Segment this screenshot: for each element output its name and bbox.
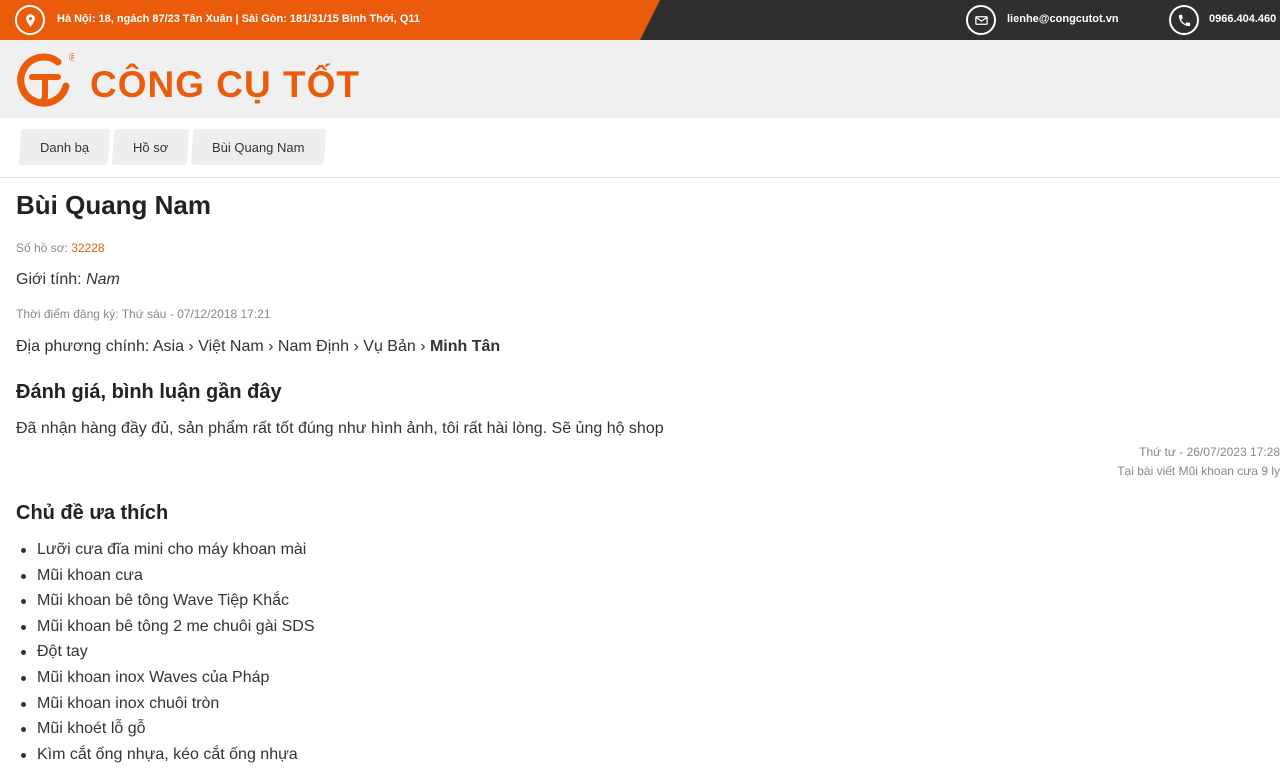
topic-item[interactable]: Lưỡi cưa đĩa mini cho máy khoan mài xyxy=(16,537,315,563)
brand-logo-icon[interactable]: ® xyxy=(14,50,74,110)
top-bar-address: Hà Nội: 18, ngách 87/23 Tân Xuân | Sài G… xyxy=(57,13,421,25)
location-current: Minh Tân xyxy=(429,338,501,355)
phone-icon[interactable] xyxy=(1169,5,1199,35)
brand-logo-text[interactable]: CÔNG CỤ TỐT xyxy=(90,64,360,106)
top-bar-email-link[interactable]: lienhe@congcutot.vn xyxy=(1007,13,1119,25)
reviews-section-title: Đánh giá, bình luận gần đây xyxy=(16,381,282,403)
gender-label: Giới tính: xyxy=(16,271,87,288)
breadcrumb: Danh bạ Hồ sơ Bùi Quang Nam xyxy=(18,129,327,165)
topic-item[interactable]: Kìm cắt ống nhựa, kéo cắt ống nhựa xyxy=(16,742,315,768)
topic-item[interactable]: Mũi khoan inox chuôi tròn xyxy=(16,691,315,717)
registered-mark: ® xyxy=(69,52,74,64)
topic-item[interactable]: Mũi khoét lỗ gỗ xyxy=(16,716,315,742)
top-bar-phone-link[interactable]: 0966.404.460 xyxy=(1209,13,1276,25)
review-source-link[interactable]: Tại bài viết Mũi khoan cưa 9 ly xyxy=(1117,464,1280,478)
profile-id-label: Số hồ sơ: xyxy=(16,241,72,255)
gender-value: Nam xyxy=(86,271,120,288)
page-title: Bùi Quang Nam xyxy=(16,190,212,220)
profile-id: Số hồ sơ: 32228 xyxy=(16,241,105,255)
topic-item[interactable]: Mũi khoan bê tông Wave Tiệp Khắc xyxy=(16,588,315,614)
registration-time: Thời điểm đăng ký: Thứ sáu - 07/12/2018 … xyxy=(16,307,271,321)
location-label: Địa phương chính: xyxy=(16,338,153,355)
topic-list: Lưỡi cưa đĩa mini cho máy khoan mài Mũi … xyxy=(16,537,315,767)
review-text: Đã nhận hàng đầy đủ, sản phẩm rất tốt đú… xyxy=(16,420,664,437)
topic-item[interactable]: Mũi khoan cưa xyxy=(16,563,315,589)
envelope-icon[interactable] xyxy=(966,5,996,35)
location-path[interactable]: Asia › Việt Nam › Nam Định › Vụ Bản › xyxy=(153,338,430,355)
breadcrumb-item-profiles[interactable]: Hồ sơ xyxy=(111,129,190,165)
topic-item[interactable]: Mũi khoan inox Waves của Pháp xyxy=(16,665,315,691)
review-date: Thứ tư - 26/07/2023 17:28 xyxy=(1139,445,1280,459)
header-divider xyxy=(0,177,1280,178)
profile-id-value: 32228 xyxy=(71,241,105,255)
map-pin-icon xyxy=(15,5,45,35)
breadcrumb-item-current[interactable]: Bùi Quang Nam xyxy=(191,129,327,165)
top-bar: Hà Nội: 18, ngách 87/23 Tân Xuân | Sài G… xyxy=(0,0,1280,40)
topics-section-title: Chủ đề ưa thích xyxy=(16,502,169,524)
breadcrumb-item-directory[interactable]: Danh bạ xyxy=(18,129,111,165)
topic-item[interactable]: Đột tay xyxy=(16,639,315,665)
site-header: ® CÔNG CỤ TỐT xyxy=(0,40,1280,118)
topic-item[interactable]: Mũi khoan bê tông 2 me chuôi gài SDS xyxy=(16,614,315,640)
profile-location: Địa phương chính: Asia › Việt Nam › Nam … xyxy=(16,338,500,356)
profile-gender: Giới tính: Nam xyxy=(16,271,120,289)
